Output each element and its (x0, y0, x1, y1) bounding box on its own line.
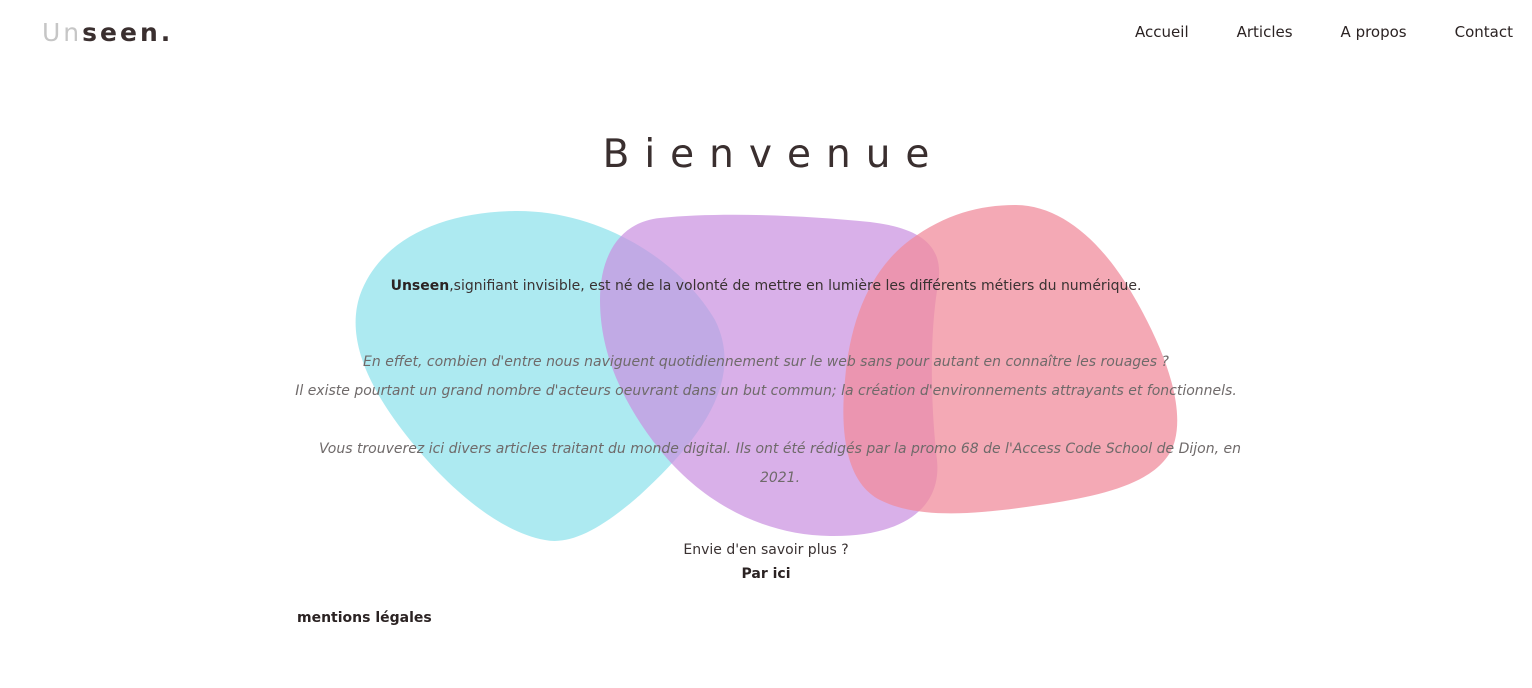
intro-rest: ,signifiant invisible, est né de la volo… (449, 278, 1142, 294)
intro-brand: Unseen (390, 278, 450, 294)
paragraph-1-line-2: Il existe pourtant un grand nombre d'act… (295, 383, 1237, 399)
par-ici-link[interactable]: Par ici (0, 564, 1532, 584)
intro-text: Unseen,signifiant invisible, est né de l… (0, 276, 1532, 296)
paragraph-1: En effet, combien d'entre nous naviguent… (0, 348, 1532, 406)
legal-mentions-link[interactable]: mentions légales (297, 608, 432, 628)
more-question: Envie d'en savoir plus ? (683, 542, 849, 558)
paragraph-2: Vous trouverez ici divers articles trait… (319, 441, 1241, 486)
decorative-blobs (355, 205, 1178, 541)
paragraph-1-line-1: En effet, combien d'entre nous naviguent… (363, 354, 1169, 370)
page: Unseen. Accueil Articles A propos Contac… (0, 0, 1532, 688)
